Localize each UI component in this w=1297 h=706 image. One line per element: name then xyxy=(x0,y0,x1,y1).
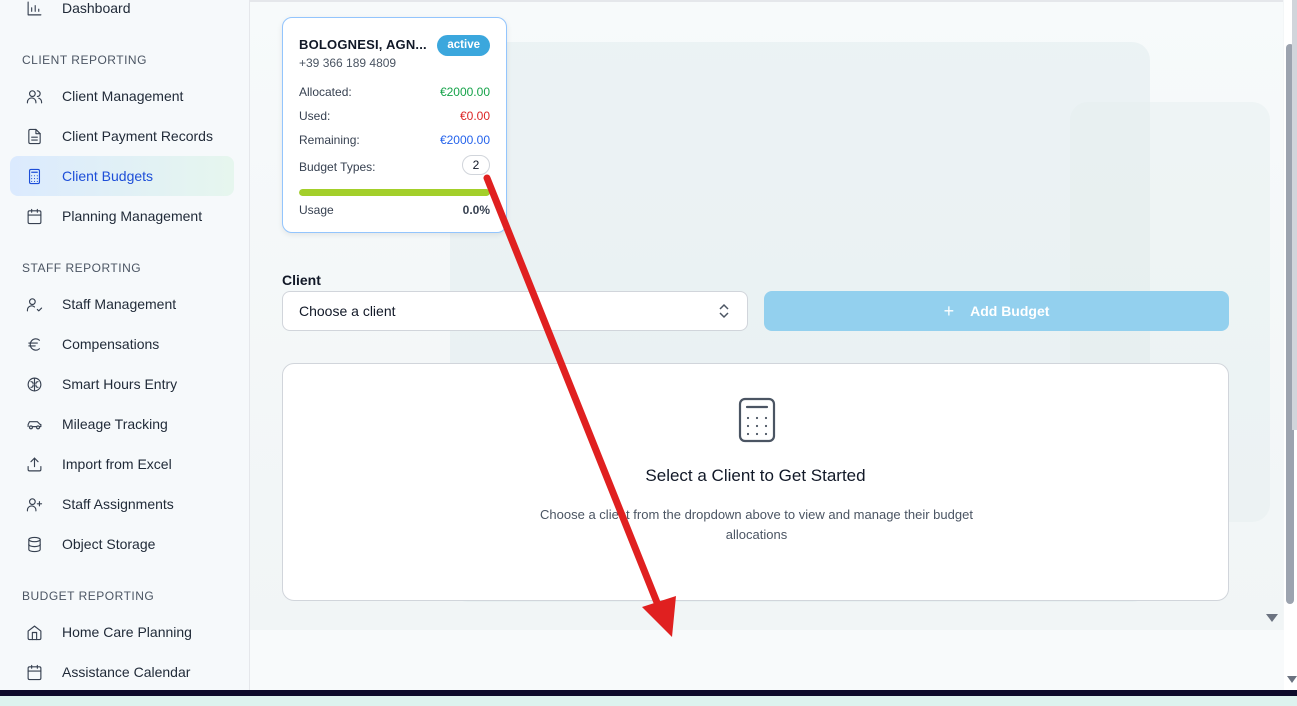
sidebar-item-smart-hours-entry[interactable]: Smart Hours Entry xyxy=(10,364,234,404)
sidebar-item-label: Object Storage xyxy=(62,536,156,552)
sidebar-item-label: Smart Hours Entry xyxy=(62,376,178,392)
empty-state-panel: Select a Client to Get Started Choose a … xyxy=(282,363,1229,601)
euro-icon xyxy=(24,334,44,354)
add-budget-label: Add Budget xyxy=(970,303,1050,319)
usage-label: Usage xyxy=(299,203,334,217)
empty-state-title: Select a Client to Get Started xyxy=(645,466,866,485)
footer-area xyxy=(250,630,1284,690)
calendar-icon xyxy=(24,662,44,682)
plus-icon: + xyxy=(943,301,955,321)
sidebar-item-label: Home Care Planning xyxy=(62,624,192,640)
empty-state-description: Choose a client from the dropdown above … xyxy=(540,507,973,542)
sidebar-item-staff-assignments[interactable]: Staff Assignments xyxy=(10,484,234,524)
document-icon xyxy=(24,126,44,146)
budget-types-count: 2 xyxy=(462,155,490,175)
sidebar-item-staff-management[interactable]: Staff Management xyxy=(10,284,234,324)
used-label: Used: xyxy=(299,109,331,123)
home-icon xyxy=(24,622,44,642)
sidebar-item-label: Client Payment Records xyxy=(62,128,213,144)
usage-value: 0.0% xyxy=(462,203,490,217)
calendar-icon xyxy=(24,206,44,226)
user-plus-icon xyxy=(24,494,44,514)
sidebar-item-mileage-tracking[interactable]: Mileage Tracking xyxy=(10,404,234,444)
chevron-up-down-icon xyxy=(717,303,731,319)
sidebar-item-label: Staff Management xyxy=(62,296,177,312)
sidebar-item-dashboard[interactable]: Dashboard xyxy=(10,0,234,28)
sidebar-item-compensations[interactable]: Compensations xyxy=(10,324,234,364)
client-phone: +39 366 189 4809 xyxy=(299,56,397,70)
remaining-value: €2000.00 xyxy=(439,133,490,147)
scroll-down-arrow-icon[interactable] xyxy=(1266,614,1278,622)
sidebar-item-label: Dashboard xyxy=(62,0,131,16)
users-icon xyxy=(24,86,44,106)
upload-icon xyxy=(24,454,44,474)
budget-types-label: Budget Types: xyxy=(299,160,376,174)
sidebar-item-label: Assistance Calendar xyxy=(62,664,191,680)
outer-scrollbar-thumb[interactable] xyxy=(1292,0,1297,430)
client-select-label: Client xyxy=(282,272,321,288)
calculator-icon xyxy=(738,397,776,443)
sidebar-item-label: Client Budgets xyxy=(62,168,154,184)
remaining-label: Remaining: xyxy=(299,133,360,147)
user-check-icon xyxy=(24,294,44,314)
database-icon xyxy=(24,534,44,554)
car-icon xyxy=(24,414,44,434)
sidebar-item-label: Staff Assignments xyxy=(62,496,174,512)
outer-scroll-down-arrow-icon[interactable] xyxy=(1287,676,1297,683)
sidebar-item-label: Compensations xyxy=(62,336,160,352)
client-budget-card[interactable]: BOLOGNESI, AGN... +39 366 189 4809 activ… xyxy=(282,17,507,233)
taskbar-strip xyxy=(0,696,1297,706)
sidebar-item-label: Mileage Tracking xyxy=(62,416,168,432)
usage-progress-fill xyxy=(299,189,490,196)
allocated-label: Allocated: xyxy=(299,85,352,99)
sidebar-item-assistance-calendar[interactable]: Assistance Calendar xyxy=(10,652,234,690)
allocated-value: €2000.00 xyxy=(439,85,490,99)
sidebar-item-home-care-planning[interactable]: Home Care Planning xyxy=(10,612,234,652)
client-name: BOLOGNESI, AGN... xyxy=(299,37,427,52)
sidebar-item-label: Import from Excel xyxy=(62,456,172,472)
used-value: €0.00 xyxy=(459,109,490,123)
sidebar-item-object-storage[interactable]: Object Storage xyxy=(10,524,234,564)
main-content: BOLOGNESI, AGN... +39 366 189 4809 activ… xyxy=(250,0,1283,630)
client-select[interactable]: Choose a client xyxy=(282,291,748,331)
sidebar-item-client-payment-records[interactable]: Client Payment Records xyxy=(10,116,234,156)
usage-progress-bar xyxy=(299,189,490,196)
bar-chart-icon xyxy=(24,0,44,18)
sidebar-item-label: Client Management xyxy=(62,88,184,104)
sidebar: Dashboard CLIENT REPORTING Client Manage… xyxy=(0,0,250,690)
client-select-value: Choose a client xyxy=(299,303,396,319)
status-badge: active xyxy=(437,35,490,56)
add-budget-button[interactable]: + Add Budget xyxy=(764,291,1229,331)
sidebar-item-client-management[interactable]: Client Management xyxy=(10,76,234,116)
section-label-client-reporting: CLIENT REPORTING xyxy=(22,53,147,67)
calculator-icon xyxy=(24,166,44,186)
section-label-staff-reporting: STAFF REPORTING xyxy=(22,261,142,275)
sidebar-item-import-from-excel[interactable]: Import from Excel xyxy=(10,444,234,484)
sidebar-item-client-budgets[interactable]: Client Budgets xyxy=(10,156,234,196)
sidebar-item-planning-management[interactable]: Planning Management xyxy=(10,196,234,236)
brain-icon xyxy=(24,374,44,394)
sidebar-item-label: Planning Management xyxy=(62,208,203,224)
section-label-budget-reporting: BUDGET REPORTING xyxy=(22,589,155,603)
